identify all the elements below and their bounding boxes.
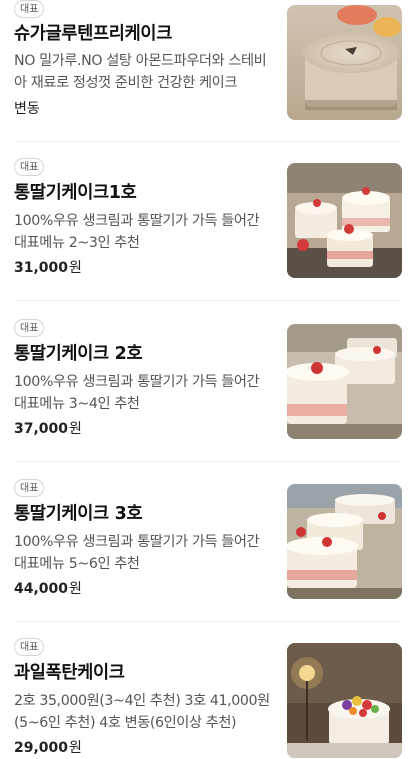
signature-badge: 대표 — [14, 158, 45, 176]
cake-photo-icon[interactable] — [287, 643, 402, 758]
price-amount: 44,000 — [14, 581, 69, 597]
price-amount: 37,000 — [14, 421, 69, 437]
divider — [14, 461, 400, 462]
menu-item-price: 변동 — [14, 99, 41, 119]
cake-photo-icon[interactable] — [287, 324, 402, 439]
price-amount: 31,000 — [14, 260, 69, 276]
menu-item-description: NO 밀가루.NO 설탕 아몬드파우더와 스테비아 재료로 정성껏 준비한 건강… — [14, 53, 267, 91]
menu-item-name[interactable]: 슈가글루텐프리케이크 — [14, 21, 276, 47]
divider — [14, 300, 400, 301]
menu-item-name[interactable]: 통딸기케이크1호 — [14, 180, 276, 206]
menu-item-description: 100%우유 생크림과 통딸기가 가득 들어간 대표메뉴 2~3인 추천 — [14, 213, 260, 251]
menu-list: 대표 슈가글루텐프리케이크 NO 밀가루.NO 설탕 아몬드파우더와 스테비아 … — [0, 0, 408, 759]
price-unit: 원 — [69, 740, 82, 756]
signature-badge: 대표 — [14, 638, 45, 656]
signature-badge: 대표 — [14, 479, 45, 497]
price-unit: 원 — [69, 260, 82, 276]
menu-item-description: 100%우유 생크림과 통딸기가 가득 들어간 대표메뉴 5~6인 추천 — [14, 534, 260, 572]
signature-badge: 대표 — [14, 319, 45, 337]
menu-item[interactable]: 대표 통딸기케이크 2호 100%우유 생크림과 통딸기가 가득 들어간 대표메… — [0, 319, 408, 462]
menu-item-description: 2호 35,000원(3~4인 추천) 3호 41,000원(5~6인 추천) … — [14, 693, 270, 731]
menu-item-name[interactable]: 과일폭탄케이크 — [14, 660, 276, 686]
menu-item-price: 37,000원 — [14, 419, 82, 439]
divider — [14, 621, 400, 622]
menu-item-price: 44,000원 — [14, 579, 82, 599]
menu-item-description: 100%우유 생크림과 통딸기가 가득 들어간 대표메뉴 3~4인 추천 — [14, 374, 260, 412]
cake-photo-icon[interactable] — [287, 5, 402, 120]
price-amount: 변동 — [14, 101, 40, 117]
price-unit: 원 — [69, 581, 82, 597]
menu-item[interactable]: 대표 통딸기케이크1호 100%우유 생크림과 통딸기가 가득 들어간 대표메뉴… — [0, 158, 408, 301]
menu-item[interactable]: 대표 통딸기케이크 3호 100%우유 생크림과 통딸기가 가득 들어간 대표메… — [0, 479, 408, 622]
menu-item[interactable]: 대표 과일폭탄케이크 2호 35,000원(3~4인 추천) 3호 41,000… — [0, 638, 408, 759]
cake-photo-icon[interactable] — [287, 484, 402, 599]
cake-photo-icon[interactable] — [287, 163, 402, 278]
menu-item-name[interactable]: 통딸기케이크 3호 — [14, 501, 276, 527]
divider — [14, 141, 400, 142]
price-unit: 원 — [69, 421, 82, 437]
menu-item-price: 29,000원 — [14, 738, 82, 758]
menu-item-price: 31,000원 — [14, 258, 82, 278]
menu-item-name[interactable]: 통딸기케이크 2호 — [14, 341, 276, 367]
menu-item[interactable]: 대표 슈가글루텐프리케이크 NO 밀가루.NO 설탕 아몬드파우더와 스테비아 … — [0, 0, 408, 142]
price-amount: 29,000 — [14, 740, 69, 756]
signature-badge: 대표 — [14, 0, 45, 18]
